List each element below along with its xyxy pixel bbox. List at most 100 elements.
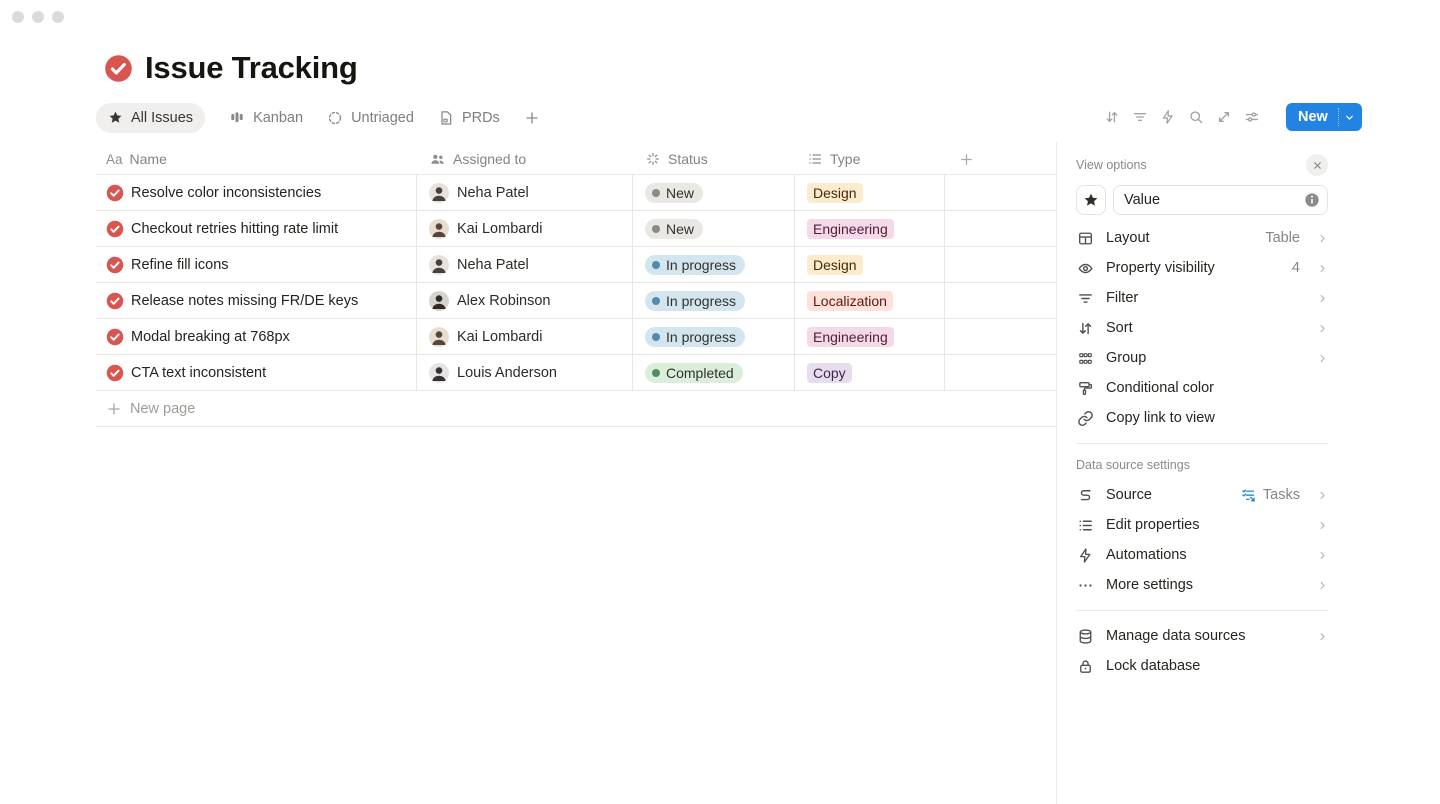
menu-item-source[interactable]: Source Tasks [1076, 480, 1328, 510]
window-close-button[interactable] [12, 11, 24, 23]
issue-title[interactable]: CTA text inconsistent [131, 365, 266, 381]
settings-sliders-button[interactable] [1244, 109, 1260, 125]
view-options-menu: Layout Table Property visibility 4 Filte… [1076, 223, 1328, 433]
red-check-circle-icon [106, 184, 124, 202]
table-row[interactable]: Resolve color inconsistencies Neha Patel… [96, 175, 1057, 211]
status-badge[interactable]: In progress [645, 255, 745, 275]
close-icon[interactable] [1306, 154, 1328, 176]
table-row[interactable]: Refine fill icons Neha Patel In progress… [96, 247, 1057, 283]
menu-item-conditional-color[interactable]: Conditional color [1076, 373, 1328, 403]
automation-icon [1076, 547, 1094, 564]
add-view-button[interactable] [524, 103, 540, 133]
status-badge[interactable]: In progress [645, 291, 745, 311]
issue-title[interactable]: Checkout retries hitting rate limit [131, 221, 338, 237]
board-icon [229, 110, 245, 126]
table-row[interactable]: Release notes missing FR/DE keys Alex Ro… [96, 283, 1057, 319]
new-page-button[interactable]: New page [96, 391, 1057, 427]
menu-item-lock-database[interactable]: Lock database [1076, 651, 1328, 681]
chevron-right-icon [1317, 323, 1328, 334]
tab-all-issues[interactable]: All Issues [96, 103, 205, 133]
empty-cell[interactable] [945, 283, 1057, 318]
red-check-circle-icon [106, 364, 124, 382]
table-row[interactable]: Modal breaking at 768px Kai Lombardi In … [96, 319, 1057, 355]
group-icon [1076, 350, 1094, 367]
status-badge[interactable]: New [645, 219, 703, 239]
window-zoom-button[interactable] [52, 11, 64, 23]
type-tag[interactable]: Design [807, 255, 863, 275]
add-column-button[interactable] [945, 144, 1057, 174]
status-badge[interactable]: In progress [645, 327, 745, 347]
red-check-circle-icon [106, 256, 124, 274]
column-header-name[interactable]: Aa Name [96, 144, 417, 174]
view-name-value[interactable]: Value [1124, 192, 1304, 208]
type-tag[interactable]: Engineering [807, 327, 894, 347]
empty-cell[interactable] [945, 211, 1057, 246]
tab-kanban[interactable]: Kanban [229, 103, 303, 133]
column-header-type[interactable]: Type [795, 144, 945, 174]
empty-cell[interactable] [945, 247, 1057, 282]
new-button[interactable]: New [1286, 103, 1362, 131]
chevron-right-icon [1317, 263, 1328, 274]
tab-label: All Issues [131, 110, 193, 126]
search-button[interactable] [1188, 109, 1204, 125]
issue-title[interactable]: Modal breaking at 768px [131, 329, 290, 345]
window-minimize-button[interactable] [32, 11, 44, 23]
issue-title[interactable]: Resolve color inconsistencies [131, 185, 321, 201]
menu-item-copy-link[interactable]: Copy link to view [1076, 403, 1328, 433]
info-icon[interactable] [1304, 192, 1320, 208]
section-divider [1076, 610, 1328, 611]
table-row[interactable]: Checkout retries hitting rate limit Kai … [96, 211, 1057, 247]
type-tag[interactable]: Design [807, 183, 863, 203]
menu-item-property-visibility[interactable]: Property visibility 4 [1076, 253, 1328, 283]
empty-cell[interactable] [945, 319, 1057, 354]
table-row[interactable]: CTA text inconsistent Louis Anderson Com… [96, 355, 1057, 391]
filter-button[interactable] [1132, 109, 1148, 125]
avatar [429, 183, 449, 203]
issues-table: Aa Name Assigned to Status Type [96, 144, 1057, 427]
assignee-name: Neha Patel [457, 257, 529, 273]
menu-item-group[interactable]: Group [1076, 343, 1328, 373]
menu-item-manage-data-sources[interactable]: Manage data sources [1076, 621, 1328, 651]
favorite-view-button[interactable] [1076, 185, 1106, 215]
status-badge[interactable]: New [645, 183, 703, 203]
red-check-circle-icon [106, 292, 124, 310]
type-tag[interactable]: Copy [807, 363, 852, 383]
new-button-label[interactable]: New [1286, 103, 1338, 131]
chevron-down-icon[interactable] [1339, 103, 1362, 131]
view-options-panel: View options Value Layout Tab [1057, 142, 1440, 681]
tab-label: PRDs [462, 110, 500, 126]
menu-item-layout[interactable]: Layout Table [1076, 223, 1328, 253]
status-dot [652, 189, 660, 197]
type-tag[interactable]: Localization [807, 291, 893, 311]
expand-button[interactable] [1216, 109, 1232, 125]
menu-item-edit-properties[interactable]: Edit properties [1076, 510, 1328, 540]
menu-item-more-settings[interactable]: More settings [1076, 570, 1328, 600]
star-icon [108, 110, 123, 125]
issue-title[interactable]: Release notes missing FR/DE keys [131, 293, 358, 309]
issue-title[interactable]: Refine fill icons [131, 257, 229, 273]
status-badge[interactable]: Completed [645, 363, 743, 383]
sort-button[interactable] [1104, 109, 1120, 125]
empty-cell[interactable] [945, 355, 1057, 390]
assignee-name: Kai Lombardi [457, 221, 542, 237]
view-name-input[interactable]: Value [1113, 185, 1328, 215]
star-icon [1083, 192, 1099, 208]
source-icon [1076, 487, 1094, 504]
view-toolbar: New [1104, 103, 1362, 131]
menu-item-sort[interactable]: Sort [1076, 313, 1328, 343]
tab-untriaged[interactable]: Untriaged [327, 103, 414, 133]
menu-item-value: Table [1265, 230, 1300, 246]
empty-cell[interactable] [945, 175, 1057, 210]
menu-item-filter[interactable]: Filter [1076, 283, 1328, 313]
list-icon [807, 151, 823, 167]
tab-prds[interactable]: PRDs [438, 103, 500, 133]
type-tag[interactable]: Engineering [807, 219, 894, 239]
plus-icon [106, 401, 122, 417]
menu-item-automations[interactable]: Automations [1076, 540, 1328, 570]
column-header-assigned-to[interactable]: Assigned to [417, 144, 633, 174]
table-header: Aa Name Assigned to Status Type [96, 144, 1057, 175]
section-divider [1076, 443, 1328, 444]
status-dot [652, 369, 660, 377]
column-header-status[interactable]: Status [633, 144, 795, 174]
automation-button[interactable] [1160, 109, 1176, 125]
